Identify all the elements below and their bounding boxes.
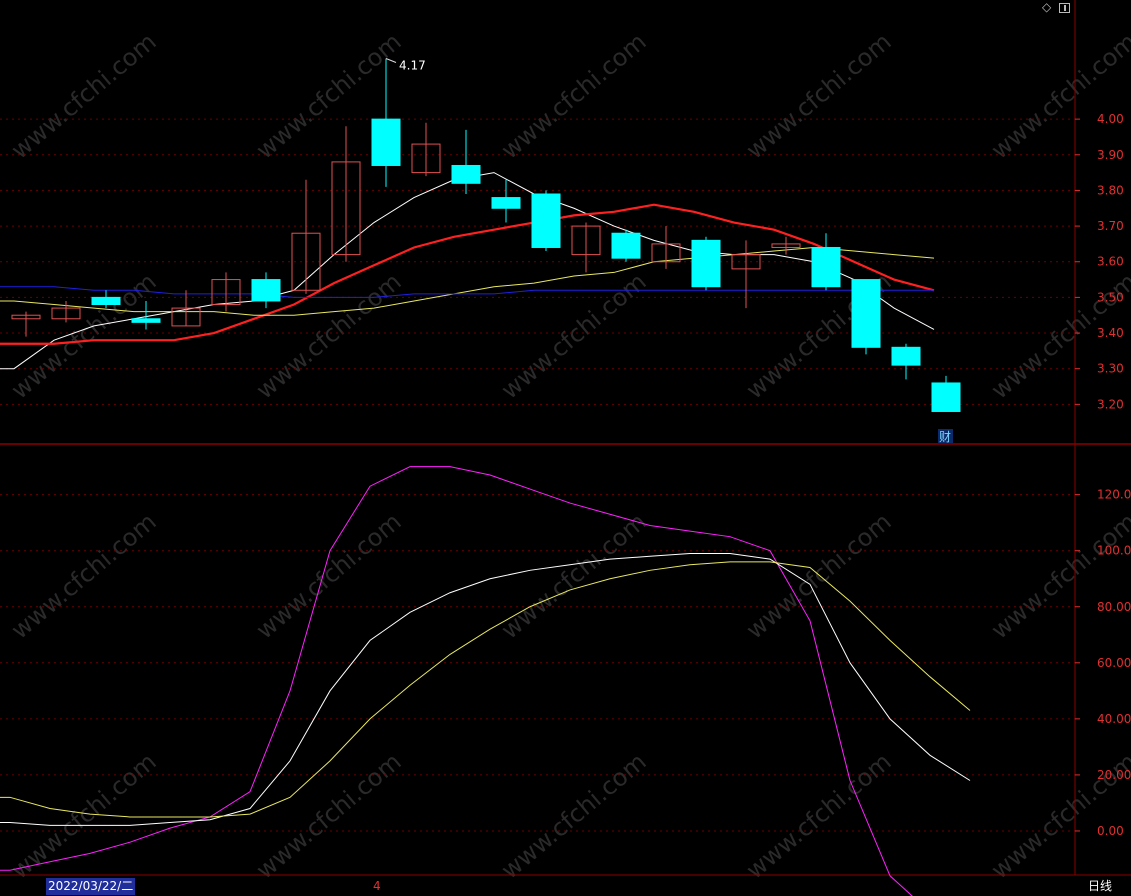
candle-body-down[interactable] — [931, 382, 961, 412]
panel-icon[interactable] — [1059, 3, 1070, 13]
price-tick-label: 3.20 — [1097, 397, 1124, 411]
candle-body-down[interactable] — [131, 318, 161, 323]
event-marker-label[interactable]: 财 — [939, 430, 951, 444]
month-marker: 4 — [373, 879, 381, 893]
candle-body-down[interactable] — [91, 296, 121, 306]
date-label: 2022/03/22/二 — [46, 878, 136, 895]
indicator-tick-label: 40.00 — [1097, 712, 1131, 726]
price-tick-label: 4.00 — [1097, 112, 1124, 126]
candle-body-down[interactable] — [811, 246, 841, 288]
indicator-tick-label: 60.00 — [1097, 656, 1131, 670]
price-tick-label: 3.90 — [1097, 148, 1124, 162]
stock-chart: www.cfchi.com www.cfchi.com www.cfchi.com w… — [0, 0, 1131, 896]
price-tick-label: 3.60 — [1097, 255, 1124, 269]
diamond-icon[interactable]: ◇ — [1042, 0, 1051, 14]
price-tick-label: 3.40 — [1097, 326, 1124, 340]
price-tick-label: 3.70 — [1097, 219, 1124, 233]
period-label[interactable]: 日线 — [1088, 878, 1112, 895]
candle-body-down[interactable] — [691, 239, 721, 288]
candle-body-down[interactable] — [891, 346, 921, 366]
price-tick-label: 3.80 — [1097, 183, 1124, 197]
price-tick-label: 3.30 — [1097, 362, 1124, 376]
price-tick-label: 3.50 — [1097, 290, 1124, 304]
indicator-tick-label: 0.00 — [1097, 824, 1124, 838]
candle-body-down[interactable] — [851, 279, 881, 348]
indicator-tick-label: 80.00 — [1097, 600, 1131, 614]
candle-body-down[interactable] — [371, 118, 401, 166]
candle-body-down[interactable] — [531, 193, 561, 248]
candle-body-down[interactable] — [611, 232, 641, 259]
candle-body-down[interactable] — [251, 279, 281, 302]
candle-body-down[interactable] — [451, 164, 481, 184]
indicator-tick-label: 100.0 — [1097, 544, 1131, 558]
high-price-label: 4.17 — [399, 59, 426, 73]
indicator-tick-label: 120.0 — [1097, 488, 1131, 502]
indicator-tick-label: 20.00 — [1097, 768, 1131, 782]
candle-body-down[interactable] — [491, 197, 521, 209]
